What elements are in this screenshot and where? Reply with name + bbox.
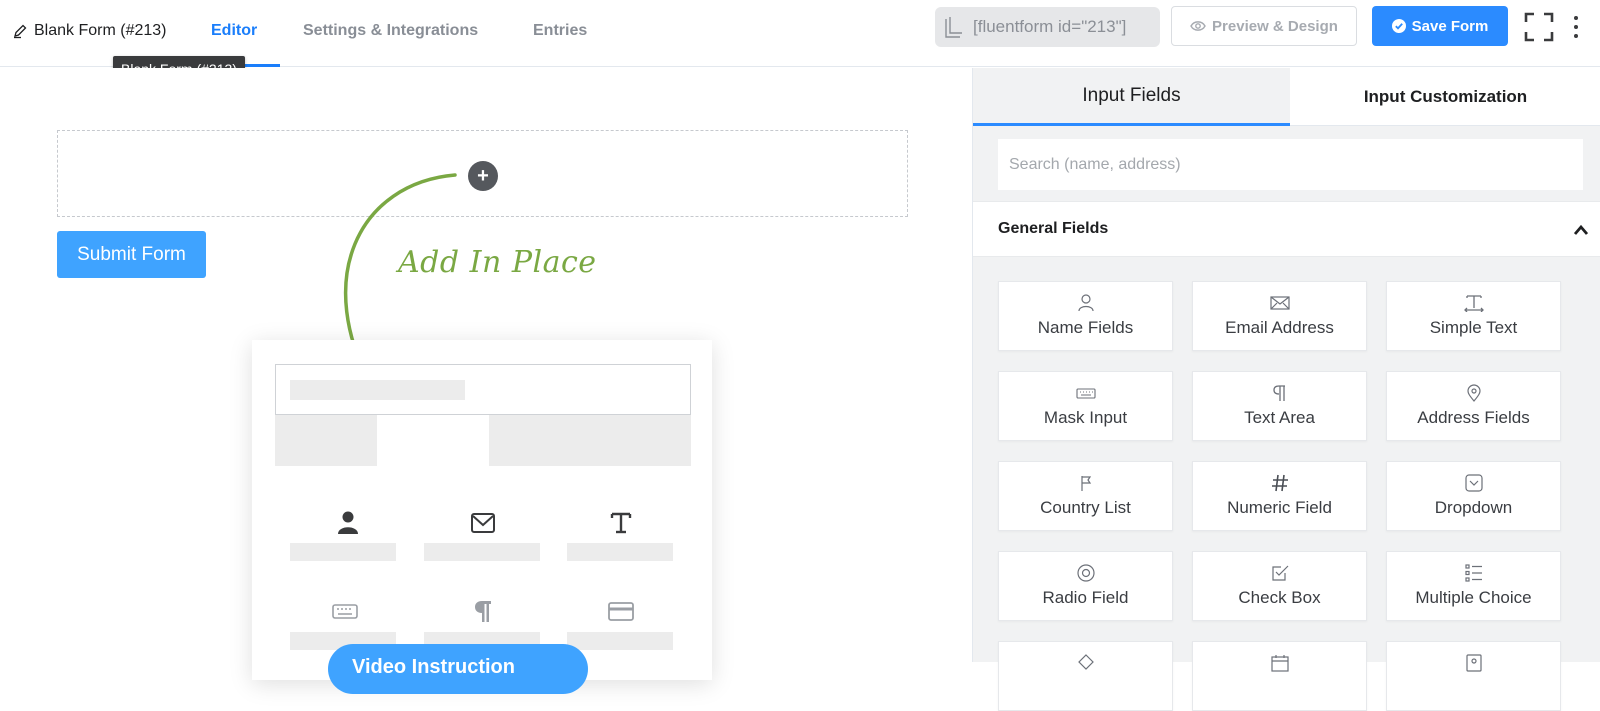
text-icon [1463, 295, 1484, 312]
section-title: General Fields [998, 220, 1109, 237]
video-instruction-label: Video Instruction [352, 656, 515, 678]
copy-icon [945, 17, 962, 38]
field-label: Address Fields [1417, 408, 1530, 427]
checkbox-icon [1271, 565, 1288, 581]
pencil-icon [14, 24, 27, 39]
field-address-fields[interactable]: Address Fields [1386, 371, 1561, 441]
field-dropdown[interactable]: Dropdown [1386, 461, 1561, 531]
form-editor-canvas: + Submit Form Add In Place Video Instruc… [0, 68, 972, 694]
field-label: Numeric Field [1227, 498, 1332, 517]
text-icon [610, 512, 632, 534]
illustration-input [275, 364, 691, 415]
field-label: Check Box [1238, 588, 1321, 607]
top-bar: Blank Form (#213) Editor Settings & Inte… [0, 0, 1600, 82]
envelope-icon [471, 513, 495, 533]
field-name-fields[interactable]: Name Fields [998, 281, 1173, 351]
field-label: Email Address [1225, 318, 1334, 337]
shortcode-text: [fluentform id="213"] [973, 17, 1127, 36]
field-card-partial[interactable] [1192, 641, 1367, 711]
field-text-area[interactable]: Text Area [1192, 371, 1367, 441]
calendar-icon [1270, 655, 1289, 672]
check-circle-icon [1391, 19, 1406, 33]
preview-label: Preview & Design [1212, 17, 1338, 35]
form-title[interactable]: Blank Form (#213) [12, 22, 167, 40]
tag-icon [1077, 654, 1094, 670]
more-options-icon[interactable] [1566, 12, 1586, 42]
field-label: Mask Input [1043, 408, 1128, 427]
field-numeric-field[interactable]: Numeric Field [1192, 461, 1367, 531]
fullscreen-icon[interactable] [1524, 12, 1554, 42]
fields-sidebar: Input Fields Input Customization General… [972, 68, 1600, 711]
empty-form-illustration [252, 340, 712, 680]
illustration-block [275, 415, 377, 466]
field-label: Name Fields [1037, 318, 1134, 337]
field-radio-field[interactable]: Radio Field [998, 551, 1173, 621]
keyboard-icon [332, 604, 358, 619]
credit-card-icon [608, 602, 634, 621]
save-label: Save Form [1411, 17, 1489, 35]
chevron-up-icon [1573, 224, 1589, 235]
illustration-block [489, 415, 691, 466]
eye-icon [1190, 21, 1206, 31]
illustration-label [567, 543, 673, 561]
field-label: Multiple Choice [1415, 588, 1532, 607]
dropdown-icon [1464, 474, 1483, 492]
tab-entries[interactable]: Entries [533, 22, 587, 40]
envelope-icon [1269, 296, 1290, 310]
field-search-input[interactable] [998, 139, 1583, 190]
illustration-label [567, 632, 673, 650]
save-form-button[interactable]: Save Form [1372, 6, 1508, 46]
field-check-box[interactable]: Check Box [1192, 551, 1367, 621]
field-simple-text[interactable]: Simple Text [1386, 281, 1561, 351]
add-in-place-annotation: Add In Place [398, 245, 597, 280]
field-label: Country List [1040, 498, 1131, 517]
field-multiple-choice[interactable]: Multiple Choice [1386, 551, 1561, 621]
tab-input-customization[interactable]: Input Customization [1290, 68, 1600, 126]
general-fields-header[interactable]: General Fields [973, 201, 1600, 257]
illustration-label [424, 543, 540, 561]
field-country-list[interactable]: Country List [998, 461, 1173, 531]
keyboard-icon [1075, 388, 1096, 399]
paragraph-icon [1272, 385, 1285, 401]
radio-icon [1076, 564, 1095, 582]
list-icon [1464, 564, 1482, 582]
form-title-text: Blank Form (#213) [34, 22, 167, 39]
map-pin-icon [1466, 384, 1481, 402]
field-email-address[interactable]: Email Address [1192, 281, 1367, 351]
field-label: Dropdown [1434, 498, 1513, 517]
tab-editor[interactable]: Editor [211, 22, 257, 40]
field-label: Simple Text [1429, 318, 1518, 337]
field-label: Text Area [1244, 408, 1315, 427]
field-mask-input[interactable]: Mask Input [998, 371, 1173, 441]
field-card-partial[interactable] [998, 641, 1173, 711]
preview-design-button[interactable]: Preview & Design [1171, 6, 1357, 46]
user-icon [1077, 294, 1094, 312]
field-card-partial[interactable] [1386, 641, 1561, 711]
tab-settings-integrations[interactable]: Settings & Integrations [303, 22, 478, 40]
field-label: Radio Field [1042, 588, 1129, 607]
submit-form-button[interactable]: Submit Form [57, 231, 206, 278]
hash-icon [1271, 474, 1288, 492]
flag-icon [1080, 476, 1091, 491]
video-instruction-button[interactable]: Video Instruction [328, 644, 588, 694]
shortcode-copy[interactable]: [fluentform id="213"] [935, 7, 1160, 47]
user-icon [338, 511, 358, 534]
illustration-label [290, 543, 396, 561]
tab-input-fields[interactable]: Input Fields [973, 68, 1290, 126]
paragraph-icon [475, 601, 491, 622]
image-icon [1465, 654, 1482, 672]
